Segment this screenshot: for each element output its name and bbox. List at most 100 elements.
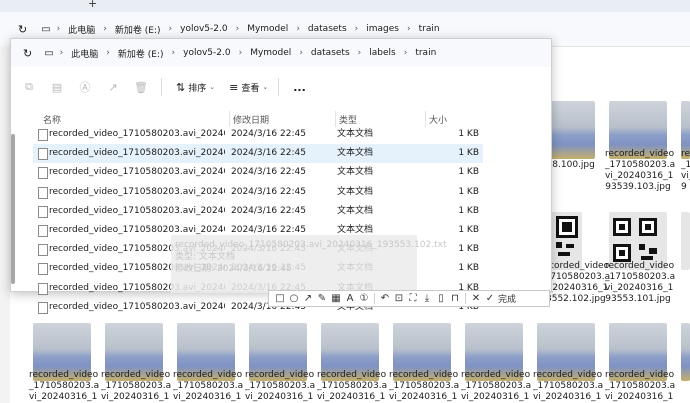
file-row[interactable]: recorded_video_1710580203.avi_20240316..… bbox=[33, 163, 483, 182]
breadcrumb-item[interactable]: datasets bbox=[305, 48, 356, 58]
text-file-icon bbox=[38, 148, 48, 161]
thumbnail-caption: recorded_video _1710580203.a vi_20240316_1 bbox=[173, 370, 244, 402]
breadcrumb-item[interactable]: 此电脑 bbox=[65, 47, 104, 60]
close-icon[interactable]: ✕ bbox=[469, 293, 483, 304]
rename-icon[interactable]: Ⓐ bbox=[75, 79, 95, 95]
view-button[interactable]: ≡ 查看 ⌄ bbox=[229, 81, 268, 94]
breadcrumb-item[interactable]: datasets bbox=[302, 24, 353, 34]
thumbnail-caption: recorded_video _1710580203.a vi_20240316_1 bbox=[605, 370, 676, 402]
check-icon[interactable]: ✓ bbox=[483, 293, 497, 304]
scrollbar[interactable] bbox=[11, 134, 15, 284]
background-tab-bar: + bbox=[0, 0, 690, 12]
chevron-right-icon: › bbox=[403, 48, 408, 58]
command-bar: ⧉ ▤ Ⓐ ↗ 🗑 ⇅ 排序 ⌄ ≡ 查看 ⌄ ... bbox=[11, 69, 551, 105]
drag-preview-filename: recorded_video_1710580203.avi_20240316_1… bbox=[175, 240, 447, 250]
image-thumbnail[interactable] bbox=[681, 212, 690, 270]
thumbnail-caption: recorded_video _1710580203.a vi_20240316_1 bbox=[461, 370, 532, 402]
text-file-icon bbox=[38, 129, 48, 141]
text-icon[interactable]: A bbox=[343, 293, 357, 304]
thumbnail-caption: recorded_video _1710580203.a vi_20240316_1 bbox=[29, 370, 100, 402]
sort-label: 排序 bbox=[188, 83, 207, 94]
thumbnail-caption: recorded_video _1710580203.a vi_20240316_1 bbox=[245, 370, 316, 402]
file-name: recorded_video_1710580203.avi_20240316..… bbox=[49, 186, 225, 197]
text-file-icon bbox=[38, 225, 48, 237]
file-name: recorded_video_1710580203.avi_20240316..… bbox=[49, 167, 225, 178]
bookmark-icon[interactable]: ⊓ bbox=[448, 293, 462, 304]
breadcrumb-item[interactable]: 新加卷 (E:) bbox=[112, 47, 170, 60]
refresh-icon[interactable]: ↻ bbox=[18, 23, 27, 36]
download-icon[interactable]: ⤓ bbox=[420, 293, 434, 304]
breadcrumb-item[interactable]: 此电脑 bbox=[62, 23, 101, 36]
drag-preview-type: 类型: 文本文档 bbox=[175, 252, 235, 262]
arrow-icon[interactable]: ↗ bbox=[301, 293, 315, 304]
breadcrumb-item[interactable]: Mymodel bbox=[244, 48, 297, 58]
undo-icon[interactable]: ↶ bbox=[378, 293, 392, 304]
text-file-icon bbox=[38, 205, 48, 218]
file-date: 2024/3/16 22:45 bbox=[231, 148, 306, 159]
ocr-icon[interactable]: ⊡ bbox=[392, 293, 406, 304]
file-size: 1 KB bbox=[458, 263, 479, 274]
file-type: 文本文档 bbox=[337, 167, 374, 178]
new-tab-icon[interactable]: + bbox=[88, 0, 97, 10]
divider bbox=[465, 293, 466, 304]
computer-icon: ▭ bbox=[44, 47, 54, 59]
circle-icon[interactable]: ○ bbox=[287, 293, 301, 304]
text-file-icon bbox=[38, 282, 48, 295]
file-size: 1 KB bbox=[458, 225, 479, 235]
file-date: 2024/3/16 22:45 bbox=[231, 205, 306, 216]
delete-icon[interactable]: 🗑 bbox=[131, 81, 151, 94]
explorer-window: ↻ ▭ › 此电脑 › 新加卷 (E:) › yolov5-2.0 › Mymo… bbox=[10, 38, 552, 314]
breadcrumb-item[interactable]: yolov5-2.0 bbox=[177, 48, 236, 58]
chevron-right-icon: › bbox=[106, 48, 110, 58]
thumbnail-caption: recorded_video _1710580203.a vi_20240316_1 bbox=[101, 370, 172, 402]
chevron-right-icon: › bbox=[357, 48, 362, 58]
file-type: 文本文档 bbox=[337, 148, 374, 159]
chevron-right-icon: › bbox=[59, 48, 64, 58]
sort-button[interactable]: ⇅ 排序 ⌄ bbox=[176, 81, 215, 94]
phone-icon[interactable]: ▯ bbox=[434, 293, 448, 304]
thumbnail-caption: recorded_video _1710580203.a vi_20240316_1… bbox=[605, 261, 676, 304]
file-type: 文本文档 bbox=[337, 186, 374, 197]
breadcrumb-item[interactable]: yolov5-2.0 bbox=[174, 24, 233, 34]
text-file-icon bbox=[38, 301, 48, 314]
pen-icon[interactable]: ✎ bbox=[315, 293, 329, 304]
drag-preview-date: 修改日期: 2024/3/16 22:45 bbox=[175, 264, 292, 274]
file-row[interactable]: recorded_video_1710580203.avi_20240316..… bbox=[33, 202, 483, 221]
address-bar[interactable]: ↻ ▭ › 此电脑 › 新加卷 (E:) › yolov5-2.0 › Mymo… bbox=[11, 39, 551, 67]
file-row[interactable]: recorded_video_1710580203.avi_20240316..… bbox=[33, 144, 483, 164]
divider bbox=[374, 293, 375, 304]
breadcrumb-item[interactable]: labels bbox=[363, 48, 401, 58]
scan-icon[interactable]: ⛶ bbox=[406, 293, 420, 304]
chevron-right-icon: › bbox=[406, 24, 411, 34]
chevron-right-icon: › bbox=[56, 24, 61, 34]
refresh-icon[interactable]: ↻ bbox=[23, 47, 32, 60]
breadcrumb-item[interactable]: images bbox=[360, 24, 405, 34]
image-thumbnail[interactable] bbox=[681, 323, 690, 381]
thumbnail-caption: recorded_video _1710580203.a vi_20240316_1 bbox=[533, 370, 604, 402]
breadcrumb-item[interactable]: train bbox=[413, 24, 446, 34]
paste-icon[interactable]: ▤ bbox=[47, 81, 67, 94]
more-options-button[interactable]: ... bbox=[293, 81, 306, 94]
mosaic-icon[interactable]: ▦ bbox=[329, 293, 343, 304]
rectangle-icon[interactable]: □ bbox=[273, 293, 287, 304]
background-nav-pane bbox=[0, 46, 10, 403]
thumbnail-caption: recorded_video _1710580203.a vi_20240316_1… bbox=[605, 149, 676, 192]
chevron-right-icon: › bbox=[168, 24, 173, 34]
done-button[interactable]: 完成 bbox=[498, 292, 516, 305]
text-file-icon bbox=[38, 167, 48, 180]
file-name: recorded_video_1710580203.avi_20240316..… bbox=[49, 129, 225, 139]
file-row[interactable]: recorded_video_1710580203.avi_20240316..… bbox=[33, 183, 483, 202]
view-label: 查看 bbox=[241, 83, 260, 94]
number-marker-icon[interactable]: ① bbox=[357, 293, 371, 304]
file-date: 2024/3/16 22:45 bbox=[231, 167, 306, 178]
file-size: 1 KB bbox=[458, 148, 479, 159]
computer-icon: ▭ bbox=[41, 23, 51, 35]
file-date: 2024/3/16 22:45 bbox=[231, 129, 306, 139]
breadcrumb-item[interactable]: 新加卷 (E:) bbox=[109, 23, 167, 36]
text-file-icon bbox=[38, 244, 48, 257]
copy-icon[interactable]: ⧉ bbox=[19, 80, 39, 94]
breadcrumb-item[interactable]: Mymodel bbox=[241, 24, 294, 34]
share-icon[interactable]: ↗ bbox=[103, 81, 123, 94]
file-row[interactable]: recorded_video_1710580203.avi_20240316..… bbox=[33, 125, 483, 144]
breadcrumb-item[interactable]: train bbox=[409, 48, 442, 58]
